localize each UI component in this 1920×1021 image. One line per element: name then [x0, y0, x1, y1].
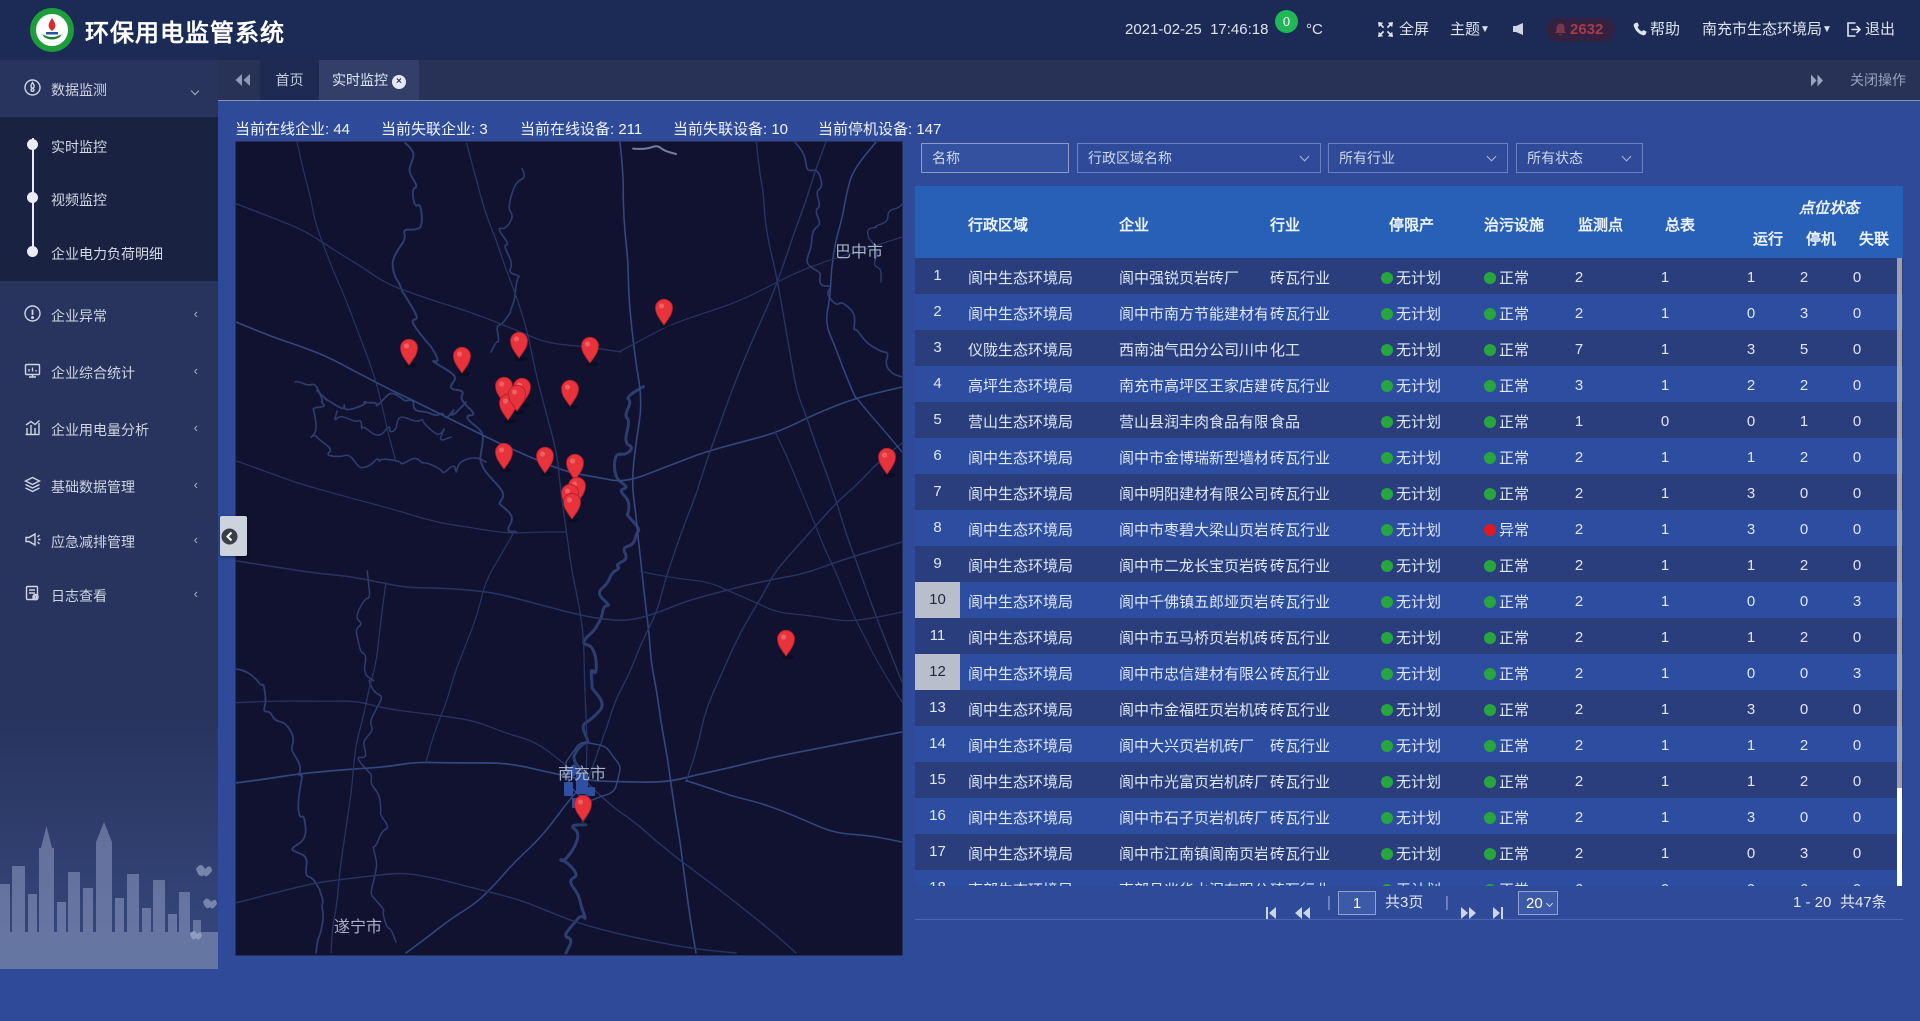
svg-text:遂宁市: 遂宁市	[334, 918, 382, 936]
svg-text:巴中市: 巴中市	[835, 243, 883, 261]
svg-text:南充市: 南充市	[558, 765, 606, 783]
